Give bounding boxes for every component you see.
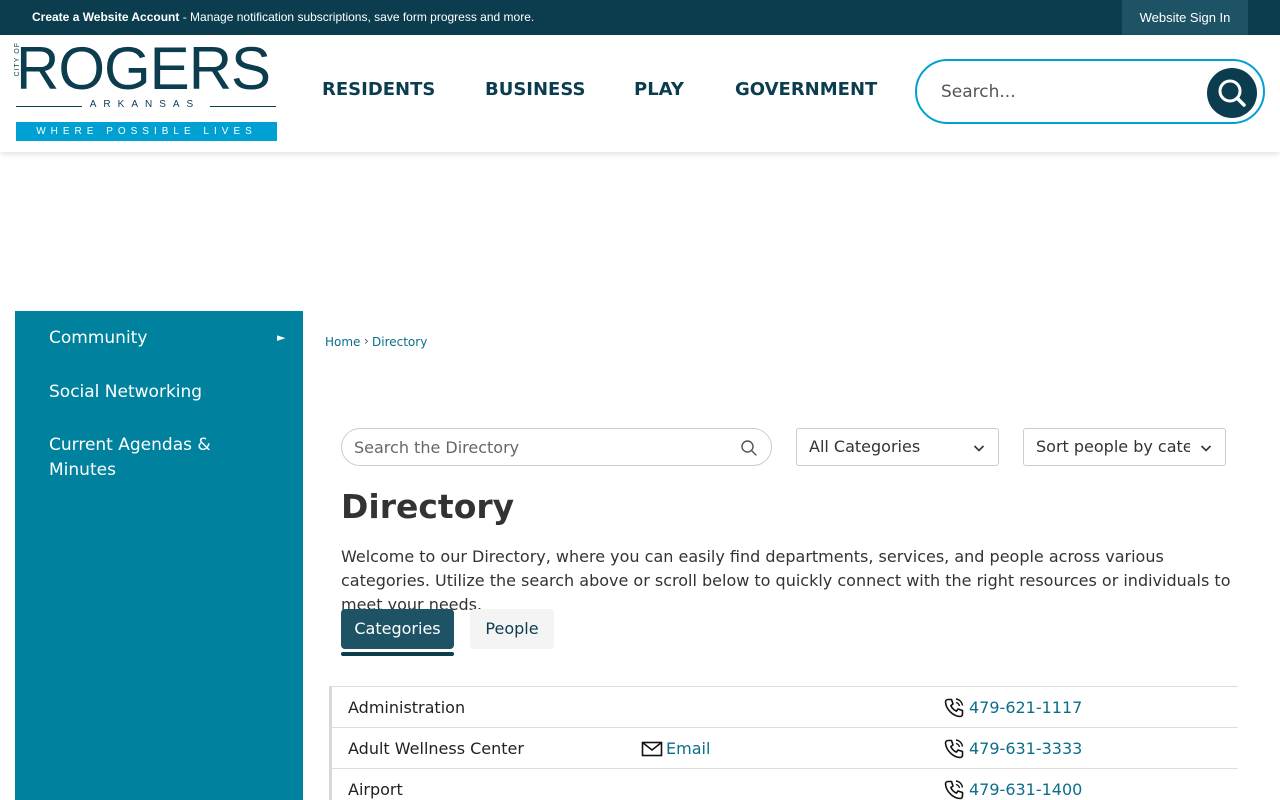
sidebar-item-community[interactable]: Community xyxy=(49,326,279,351)
sidebar-item-social-networking[interactable]: Social Networking xyxy=(49,380,279,405)
phone-number[interactable]: 479-621-1117 xyxy=(969,687,1082,728)
account-banner: Create a Website Account - Manage notifi… xyxy=(32,0,534,35)
table-row: Administration 479-621-1117 xyxy=(332,686,1238,727)
chevron-down-icon xyxy=(973,445,985,452)
directory-intro: Welcome to our Directory, where you can … xyxy=(341,547,1231,614)
directory-search-input[interactable] xyxy=(354,436,734,458)
site-header: CITY OF ROGERS ARKANSAS WHERE POSSIBLE L… xyxy=(0,35,1280,152)
email-label[interactable]: Email xyxy=(666,728,710,769)
phone-icon xyxy=(944,698,964,718)
breadcrumb-home[interactable]: Home xyxy=(325,335,360,349)
logo-state: ARKANSAS xyxy=(89,99,201,110)
top-utility-bar: Create a Website Account - Manage notifi… xyxy=(0,0,1280,35)
sort-people-value: Sort people by category xyxy=(1036,437,1190,456)
category-name[interactable]: Adult Wellness Center xyxy=(348,728,524,769)
site-search xyxy=(915,59,1265,124)
chevron-down-icon xyxy=(1200,445,1212,452)
create-account-link[interactable]: Create a Website Account xyxy=(32,10,179,24)
table-row: Adult Wellness Center Email 479-631-3333 xyxy=(332,727,1238,768)
account-banner-text: - Manage notification subscriptions, sav… xyxy=(179,10,535,24)
tab-categories[interactable]: Categories xyxy=(341,609,454,649)
search-icon xyxy=(1218,79,1246,107)
category-filter-value: All Categories xyxy=(809,437,921,456)
nav-play[interactable]: PLAY xyxy=(634,35,684,152)
category-filter-select[interactable]: All Categories xyxy=(796,428,999,466)
phone-icon xyxy=(944,780,964,800)
search-icon[interactable] xyxy=(740,439,758,457)
phone-number[interactable]: 479-631-3333 xyxy=(969,728,1082,769)
website-sign-in-button[interactable]: Website Sign In xyxy=(1122,0,1248,35)
table-row: Airport 479-631-1400 xyxy=(332,768,1238,800)
submenu-arrow-icon[interactable]: ► xyxy=(277,331,285,344)
phone-icon xyxy=(944,739,964,759)
nav-government[interactable]: GOVERNMENT xyxy=(735,35,877,152)
phone-number[interactable]: 479-631-1400 xyxy=(969,769,1082,800)
sidebar-nav: Community ► Social Networking Current Ag… xyxy=(15,311,303,800)
nav-residents[interactable]: RESIDENTS xyxy=(322,35,435,152)
directory-table: Administration 479-621-1117 Adult Wellne… xyxy=(329,686,1238,800)
active-tab-indicator xyxy=(341,652,454,656)
logo-wordmark: ROGERS xyxy=(16,35,271,102)
rogers-logo[interactable]: CITY OF ROGERS ARKANSAS WHERE POSSIBLE L… xyxy=(14,35,278,142)
mail-icon xyxy=(641,741,663,757)
sidebar-item-agendas-minutes[interactable]: Current Agendas & Minutes xyxy=(49,433,219,483)
nav-business[interactable]: BUSINESS xyxy=(485,35,585,152)
directory-search xyxy=(341,428,772,466)
logo-state-line: ARKANSAS xyxy=(14,99,276,113)
sort-people-select[interactable]: Sort people by category xyxy=(1023,428,1226,466)
site-search-input[interactable] xyxy=(941,79,1191,105)
category-name[interactable]: Administration xyxy=(348,687,465,728)
breadcrumb-current[interactable]: Directory xyxy=(372,335,427,349)
category-name[interactable]: Airport xyxy=(348,769,403,800)
tab-people[interactable]: People xyxy=(470,609,554,649)
breadcrumb-separator: › xyxy=(364,334,369,348)
logo-tagline: WHERE POSSIBLE LIVES xyxy=(16,122,277,141)
page-title: Directory xyxy=(341,487,515,526)
site-search-button[interactable] xyxy=(1207,68,1257,118)
